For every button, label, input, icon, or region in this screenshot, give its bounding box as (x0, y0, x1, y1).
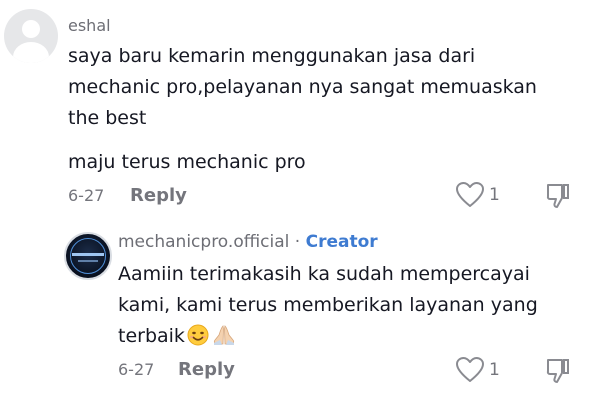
reply-button[interactable]: Reply (130, 185, 187, 206)
heart-outline-icon[interactable] (455, 356, 485, 384)
reply-username[interactable]: mechanicpro.official (118, 232, 289, 252)
default-avatar-icon[interactable] (4, 9, 58, 63)
reply-date: 6-27 (118, 360, 155, 379)
reply-text: Aamiin terimakasih ka sudah mempercayai … (118, 259, 588, 356)
comment-item: eshal saya baru kemarin menggunakan jasa… (0, 0, 600, 220)
creator-badge: Creator (305, 232, 378, 252)
like-count: 1 (489, 185, 500, 205)
reply-like-count: 1 (489, 360, 500, 380)
reply-reply-button[interactable]: Reply (178, 359, 235, 380)
thumbs-down-icon[interactable] (545, 182, 571, 210)
heart-outline-icon[interactable] (455, 181, 485, 209)
smiling-face-icon (187, 324, 209, 356)
mechanicpro-avatar[interactable] (64, 232, 112, 280)
reply-item: mechanicpro.official · Creator Aamiin te… (0, 220, 600, 403)
reply-text-content: Aamiin terimakasih ka sudah mempercayai … (118, 263, 538, 347)
thumbs-down-icon[interactable] (545, 357, 571, 385)
comment-text: saya baru kemarin menggunakan jasa dari … (68, 45, 537, 129)
comment-username[interactable]: eshal (68, 16, 111, 35)
reply-like-button[interactable]: 1 (455, 356, 500, 384)
separator-dot: · (294, 232, 301, 252)
folded-hands-icon (211, 324, 237, 356)
comment-text-2: maju terus mechanic pro (68, 151, 306, 173)
like-button[interactable]: 1 (455, 181, 500, 209)
reply-header: mechanicpro.official · Creator (118, 232, 378, 252)
comment-date: 6-27 (68, 186, 105, 205)
